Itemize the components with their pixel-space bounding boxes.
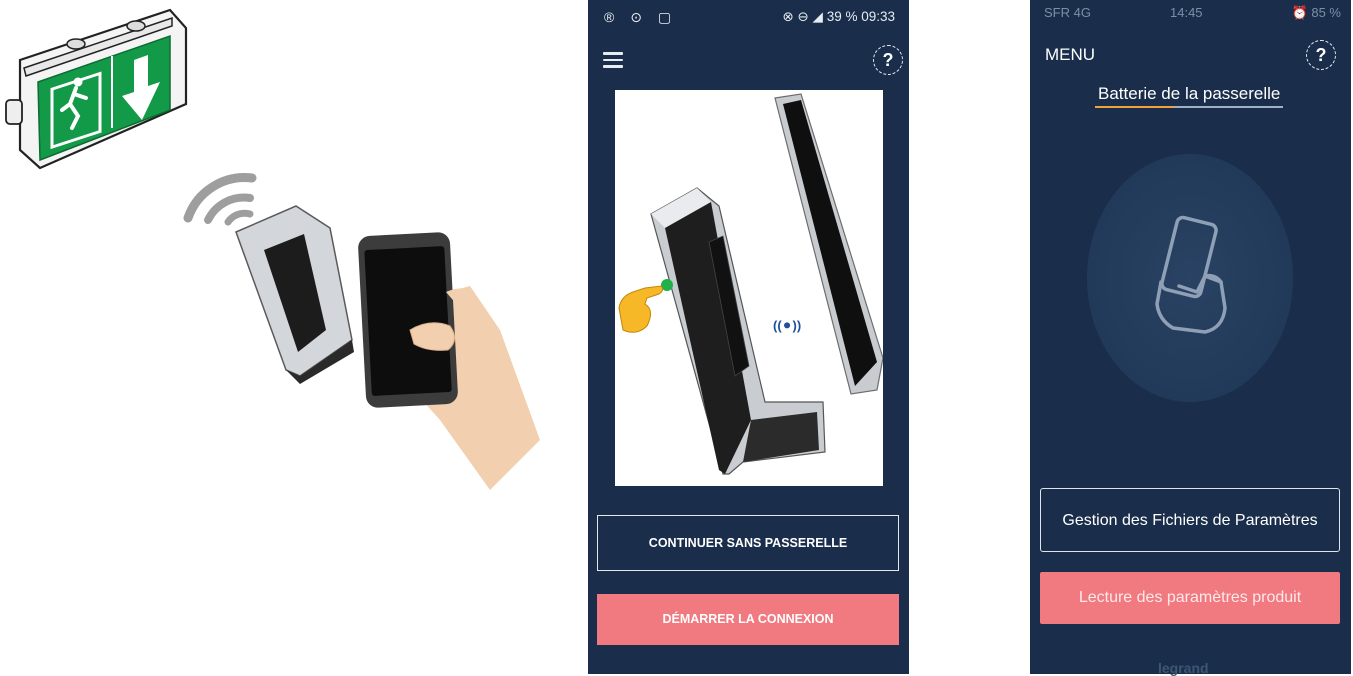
continue-without-gateway-button[interactable]: CONTINUER SANS PASSERELLE — [597, 515, 899, 571]
gateway-status-circle — [1087, 154, 1293, 402]
phone-screen-menu: SFR 4G 14:45 ⏰ 85 % MENU ? Batterie de l… — [1030, 0, 1351, 676]
status-time: 14:45 — [1170, 5, 1203, 20]
wireless-signal-icon — [183, 173, 257, 226]
status-bar: SFR 4G 14:45 ⏰ 85 % — [1030, 0, 1351, 26]
help-icon[interactable]: ? — [873, 45, 903, 75]
help-icon[interactable]: ? — [1306, 40, 1336, 70]
bluetooth-icon: ((⚫)) — [773, 318, 802, 333]
gateway-instruction-image: ((⚫)) — [615, 90, 884, 486]
title-underline — [1095, 106, 1283, 108]
page-title: Batterie de la passerelle — [1098, 84, 1281, 103]
illustration — [5, 8, 540, 490]
exit-sign-image — [5, 8, 188, 170]
status-right-info: ⊗ ⊖ ◢ 39 % 09:33 — [782, 9, 895, 24]
status-bar: ® ⊙ ▢ ⊗ ⊖ ◢ 39 % 09:33 — [588, 0, 909, 34]
parameter-files-button[interactable]: Gestion des Fichiers de Paramètres — [1040, 488, 1340, 552]
hamburger-icon[interactable] — [603, 52, 623, 68]
smartphone-in-hand-image — [358, 232, 540, 490]
status-carrier: SFR 4G — [1044, 5, 1091, 20]
gateway-device-image — [235, 205, 354, 384]
phone-screen-connection: ® ⊙ ▢ ⊗ ⊖ ◢ 39 % 09:33 ? ((⚫)) CONTINUER… — [588, 0, 909, 674]
status-left-icons: ® ⊙ ▢ — [604, 9, 678, 25]
hand-holding-device-icon — [1155, 215, 1227, 334]
menu-button[interactable]: MENU — [1045, 45, 1095, 65]
read-parameters-button[interactable]: Lecture des paramètres produit — [1040, 572, 1340, 624]
pointing-hand-icon — [618, 285, 664, 333]
start-connection-button[interactable]: DÉMARRER LA CONNEXION — [597, 594, 899, 645]
status-battery: ⏰ 85 % — [1291, 5, 1341, 20]
